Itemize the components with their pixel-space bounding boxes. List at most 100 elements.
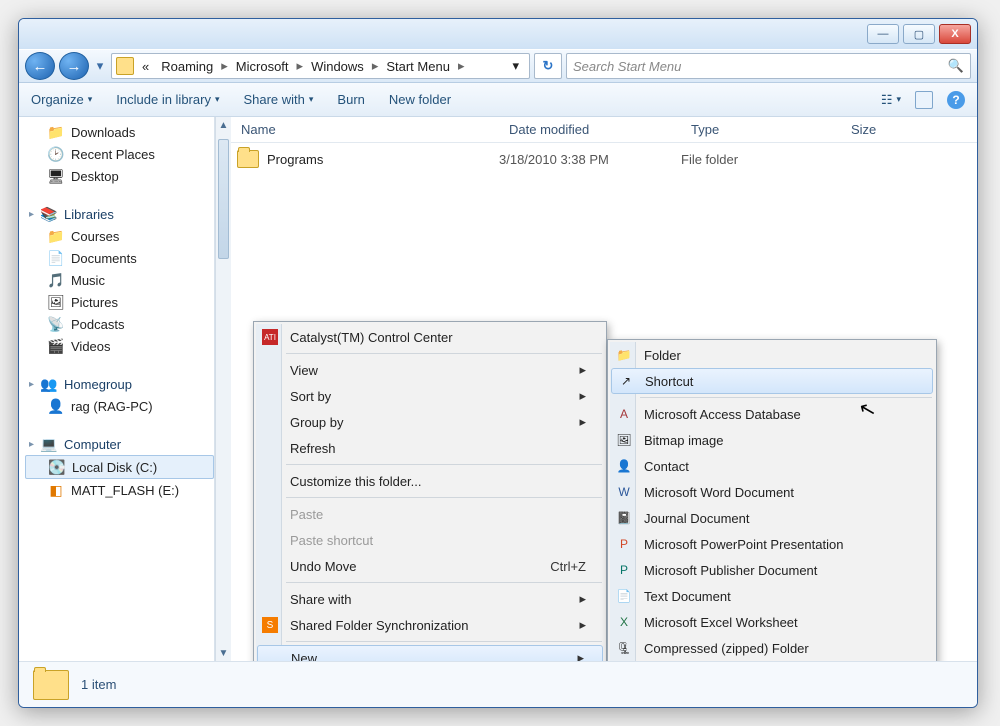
- sidebar-item-desktop[interactable]: 🖥Desktop: [25, 165, 214, 187]
- menu-item-paste-shortcut: Paste shortcut: [256, 527, 604, 553]
- submenu-item-journal[interactable]: 📓Journal Document: [610, 505, 934, 531]
- submenu-item-text[interactable]: 📄Text Document: [610, 583, 934, 609]
- recent-icon: 🕑: [47, 145, 65, 163]
- submenu-item-shortcut[interactable]: ↗Shortcut: [611, 368, 933, 394]
- submenu-item-excel[interactable]: XMicrosoft Excel Worksheet: [610, 609, 934, 635]
- share-with-button[interactable]: Share with▾: [243, 92, 313, 107]
- menu-item-group-by[interactable]: Group by▸: [256, 409, 604, 435]
- pictures-icon: 🖼: [47, 293, 65, 311]
- sidebar-scrollbar[interactable]: ▲ ▼: [215, 117, 231, 661]
- breadcrumb-seg[interactable]: Start Menu: [380, 59, 456, 74]
- breadcrumb-seg[interactable]: Windows: [305, 59, 370, 74]
- breadcrumb-seg[interactable]: Microsoft: [230, 59, 295, 74]
- folder-icon: 📁: [616, 347, 632, 363]
- text-icon: 📄: [616, 588, 632, 604]
- scroll-down-icon[interactable]: ▼: [216, 645, 231, 661]
- sidebar-item-downloads[interactable]: 📁Downloads: [25, 121, 214, 143]
- search-input[interactable]: Search Start Menu 🔍: [566, 53, 971, 79]
- new-folder-button[interactable]: New folder: [389, 92, 451, 107]
- documents-icon: 📄: [47, 249, 65, 267]
- video-icon: 🎬: [47, 337, 65, 355]
- menu-item-catalyst[interactable]: ATICatalyst(TM) Control Center: [256, 324, 604, 350]
- ppt-icon: P: [616, 536, 632, 552]
- word-icon: W: [616, 484, 632, 500]
- maximize-button[interactable]: ▢: [903, 24, 935, 44]
- col-size[interactable]: Size: [841, 122, 977, 137]
- close-button[interactable]: X: [939, 24, 971, 44]
- scroll-thumb[interactable]: [218, 139, 229, 259]
- sidebar-group-computer[interactable]: 💻Computer: [25, 429, 214, 455]
- menu-item-share-with[interactable]: Share with▸: [256, 586, 604, 612]
- breadcrumb-prefix[interactable]: «: [136, 59, 155, 74]
- file-type: File folder: [681, 152, 841, 167]
- status-item-count: 1 item: [81, 677, 116, 692]
- body: 📁Downloads 🕑Recent Places 🖥Desktop 📚Libr…: [19, 117, 977, 661]
- zip-icon: 🗜: [616, 640, 632, 656]
- breadcrumb-seg[interactable]: Roaming: [155, 59, 219, 74]
- menu-item-shared-folder-sync[interactable]: SShared Folder Synchronization▸: [256, 612, 604, 638]
- burn-button[interactable]: Burn: [337, 92, 364, 107]
- menu-item-customize[interactable]: Customize this folder...: [256, 468, 604, 494]
- sidebar-item-documents[interactable]: 📄Documents: [25, 247, 214, 269]
- sidebar-item-pictures[interactable]: 🖼Pictures: [25, 291, 214, 313]
- breadcrumb[interactable]: « Roaming▸ Microsoft▸ Windows▸ Start Men…: [111, 53, 530, 79]
- include-in-library-button[interactable]: Include in library▾: [116, 92, 219, 107]
- sidebar-group-homegroup[interactable]: 👥Homegroup: [25, 369, 214, 395]
- view-options-button[interactable]: ☷▾: [881, 92, 901, 108]
- submenu-item-contact[interactable]: 👤Contact: [610, 453, 934, 479]
- sidebar-item-courses[interactable]: 📁Courses: [25, 225, 214, 247]
- status-bar: 1 item: [19, 661, 977, 707]
- folder-icon: [33, 670, 69, 700]
- folder-icon: [237, 150, 259, 168]
- organize-button[interactable]: Organize▾: [31, 92, 92, 107]
- submenu-item-publisher[interactable]: PMicrosoft Publisher Document: [610, 557, 934, 583]
- sidebar-item-videos[interactable]: 🎬Videos: [25, 335, 214, 357]
- submenu-item-word[interactable]: WMicrosoft Word Document: [610, 479, 934, 505]
- shortcut-icon: ↗: [618, 373, 634, 389]
- ati-icon: ATI: [262, 329, 278, 345]
- menu-item-refresh[interactable]: Refresh: [256, 435, 604, 461]
- forward-button[interactable]: →: [59, 52, 89, 80]
- breadcrumb-dropdown[interactable]: ▾: [506, 58, 525, 74]
- menu-item-paste: Paste: [256, 501, 604, 527]
- podcast-icon: 📡: [47, 315, 65, 333]
- submenu-item-bitmap[interactable]: 🖼Bitmap image: [610, 427, 934, 453]
- submenu-item-zip[interactable]: 🗜Compressed (zipped) Folder: [610, 635, 934, 661]
- menu-item-new[interactable]: New▸: [257, 645, 603, 661]
- sidebar-item-rag[interactable]: 👤rag (RAG-PC): [25, 395, 214, 417]
- sidebar-item-recent-places[interactable]: 🕑Recent Places: [25, 143, 214, 165]
- sync-icon: S: [262, 617, 278, 633]
- menu-item-view[interactable]: View▸: [256, 357, 604, 383]
- col-date[interactable]: Date modified: [499, 122, 681, 137]
- file-date: 3/18/2010 3:38 PM: [499, 152, 681, 167]
- sidebar-item-flash[interactable]: ◧MATT_FLASH (E:): [25, 479, 214, 501]
- folder-icon: 📁: [47, 123, 65, 141]
- submenu-item-powerpoint[interactable]: PMicrosoft PowerPoint Presentation: [610, 531, 934, 557]
- menu-item-undo-move[interactable]: Undo MoveCtrl+Z: [256, 553, 604, 579]
- sidebar-item-local-disk[interactable]: 💽Local Disk (C:): [25, 455, 214, 479]
- submenu-item-folder[interactable]: 📁Folder: [610, 342, 934, 368]
- nav-history-dropdown[interactable]: ▾: [93, 52, 107, 80]
- help-button[interactable]: ?: [947, 91, 965, 109]
- file-row[interactable]: Programs 3/18/2010 3:38 PM File folder: [231, 143, 977, 175]
- col-type[interactable]: Type: [681, 122, 841, 137]
- col-name[interactable]: Name: [231, 122, 499, 137]
- preview-pane-button[interactable]: [915, 91, 933, 109]
- back-button[interactable]: ←: [25, 52, 55, 80]
- contact-icon: 👤: [616, 458, 632, 474]
- sidebar-item-music[interactable]: 🎵Music: [25, 269, 214, 291]
- refresh-button[interactable]: ↻: [534, 53, 562, 79]
- folder-icon: 📁: [47, 227, 65, 245]
- minimize-button[interactable]: —: [867, 24, 899, 44]
- sidebar-item-podcasts[interactable]: 📡Podcasts: [25, 313, 214, 335]
- submenu-item-access[interactable]: AMicrosoft Access Database: [610, 401, 934, 427]
- computer-icon: 💻: [40, 435, 58, 453]
- user-icon: 👤: [47, 397, 65, 415]
- music-icon: 🎵: [47, 271, 65, 289]
- scroll-up-icon[interactable]: ▲: [216, 117, 231, 133]
- sidebar-group-libraries[interactable]: 📚Libraries: [25, 199, 214, 225]
- column-headers[interactable]: Name Date modified Type Size: [231, 117, 977, 143]
- toolbar: Organize▾ Include in library▾ Share with…: [19, 83, 977, 117]
- file-name: Programs: [267, 152, 323, 167]
- menu-item-sort-by[interactable]: Sort by▸: [256, 383, 604, 409]
